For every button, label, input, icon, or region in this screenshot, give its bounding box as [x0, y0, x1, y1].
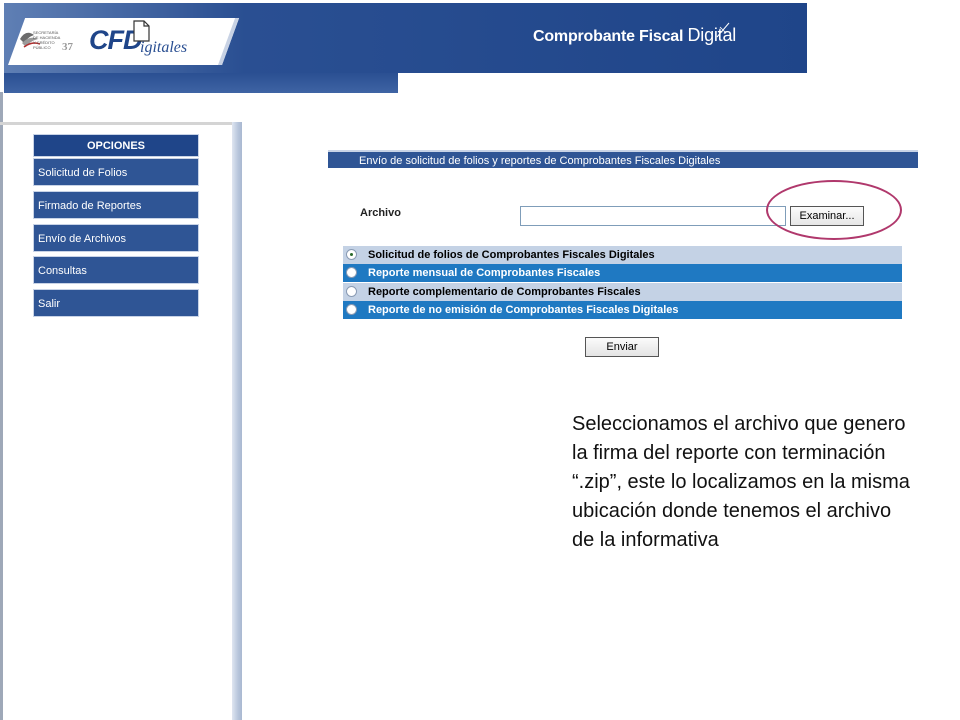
radio-icon[interactable] [346, 286, 357, 297]
option-label: Reporte mensual de Comprobantes Fiscales [368, 267, 601, 279]
option-label: Solicitud de folios de Comprobantes Fisc… [368, 249, 655, 261]
seal-text: SECRETARÍA DE HACIENDA Y CRÉDITO PÚBLICO [33, 30, 61, 50]
caption-text: Seleccionamos el archivo que genero la f… [572, 413, 910, 551]
radio-checked-icon[interactable] [346, 249, 357, 260]
sidebar-item-firmado-reportes[interactable]: Firmado de Reportes [33, 191, 199, 219]
top-divider [0, 122, 232, 125]
option-reporte-complementario[interactable]: Reporte complementario de Comprobantes F… [343, 283, 902, 301]
sparkle-icon [716, 22, 730, 38]
options-title: OPCIONES [33, 134, 199, 157]
radio-icon[interactable] [346, 267, 357, 278]
option-label: Reporte de no emisión de Comprobantes Fi… [368, 304, 679, 316]
file-path-input[interactable] [520, 206, 786, 226]
file-label: Archivo [360, 207, 401, 219]
left-border [0, 92, 3, 720]
header-banner-lower [4, 73, 398, 93]
header-banner: SECRETARÍA DE HACIENDA Y CRÉDITO PÚBLICO… [4, 3, 807, 73]
sidebar-item-salir[interactable]: Salir [33, 289, 199, 317]
sidebar-item-envio-archivos[interactable]: Envío de Archivos [33, 224, 199, 252]
cfd-logo-suffix: igitales [140, 39, 188, 56]
browse-button[interactable]: Examinar... [790, 206, 864, 226]
sidebar-divider [232, 122, 242, 720]
send-button[interactable]: Enviar [585, 337, 659, 357]
option-label: Reporte complementario de Comprobantes F… [368, 286, 641, 298]
seal-number: 37 [62, 41, 73, 53]
section-title: Envío de solicitud de folios y reportes … [328, 150, 918, 168]
app-title-bold: Comprobante Fiscal [533, 28, 684, 45]
app-title: Comprobante Fiscal Digital [533, 25, 736, 46]
radio-icon[interactable] [346, 304, 357, 315]
option-reporte-mensual[interactable]: Reporte mensual de Comprobantes Fiscales [343, 264, 902, 282]
option-solicitud-folios[interactable]: Solicitud de folios de Comprobantes Fisc… [343, 246, 902, 264]
sidebar-item-consultas[interactable]: Consultas [33, 256, 199, 284]
sidebar-item-solicitud-folios[interactable]: Solicitud de Folios [33, 158, 199, 186]
option-reporte-no-emision[interactable]: Reporte de no emisión de Comprobantes Fi… [343, 301, 902, 319]
